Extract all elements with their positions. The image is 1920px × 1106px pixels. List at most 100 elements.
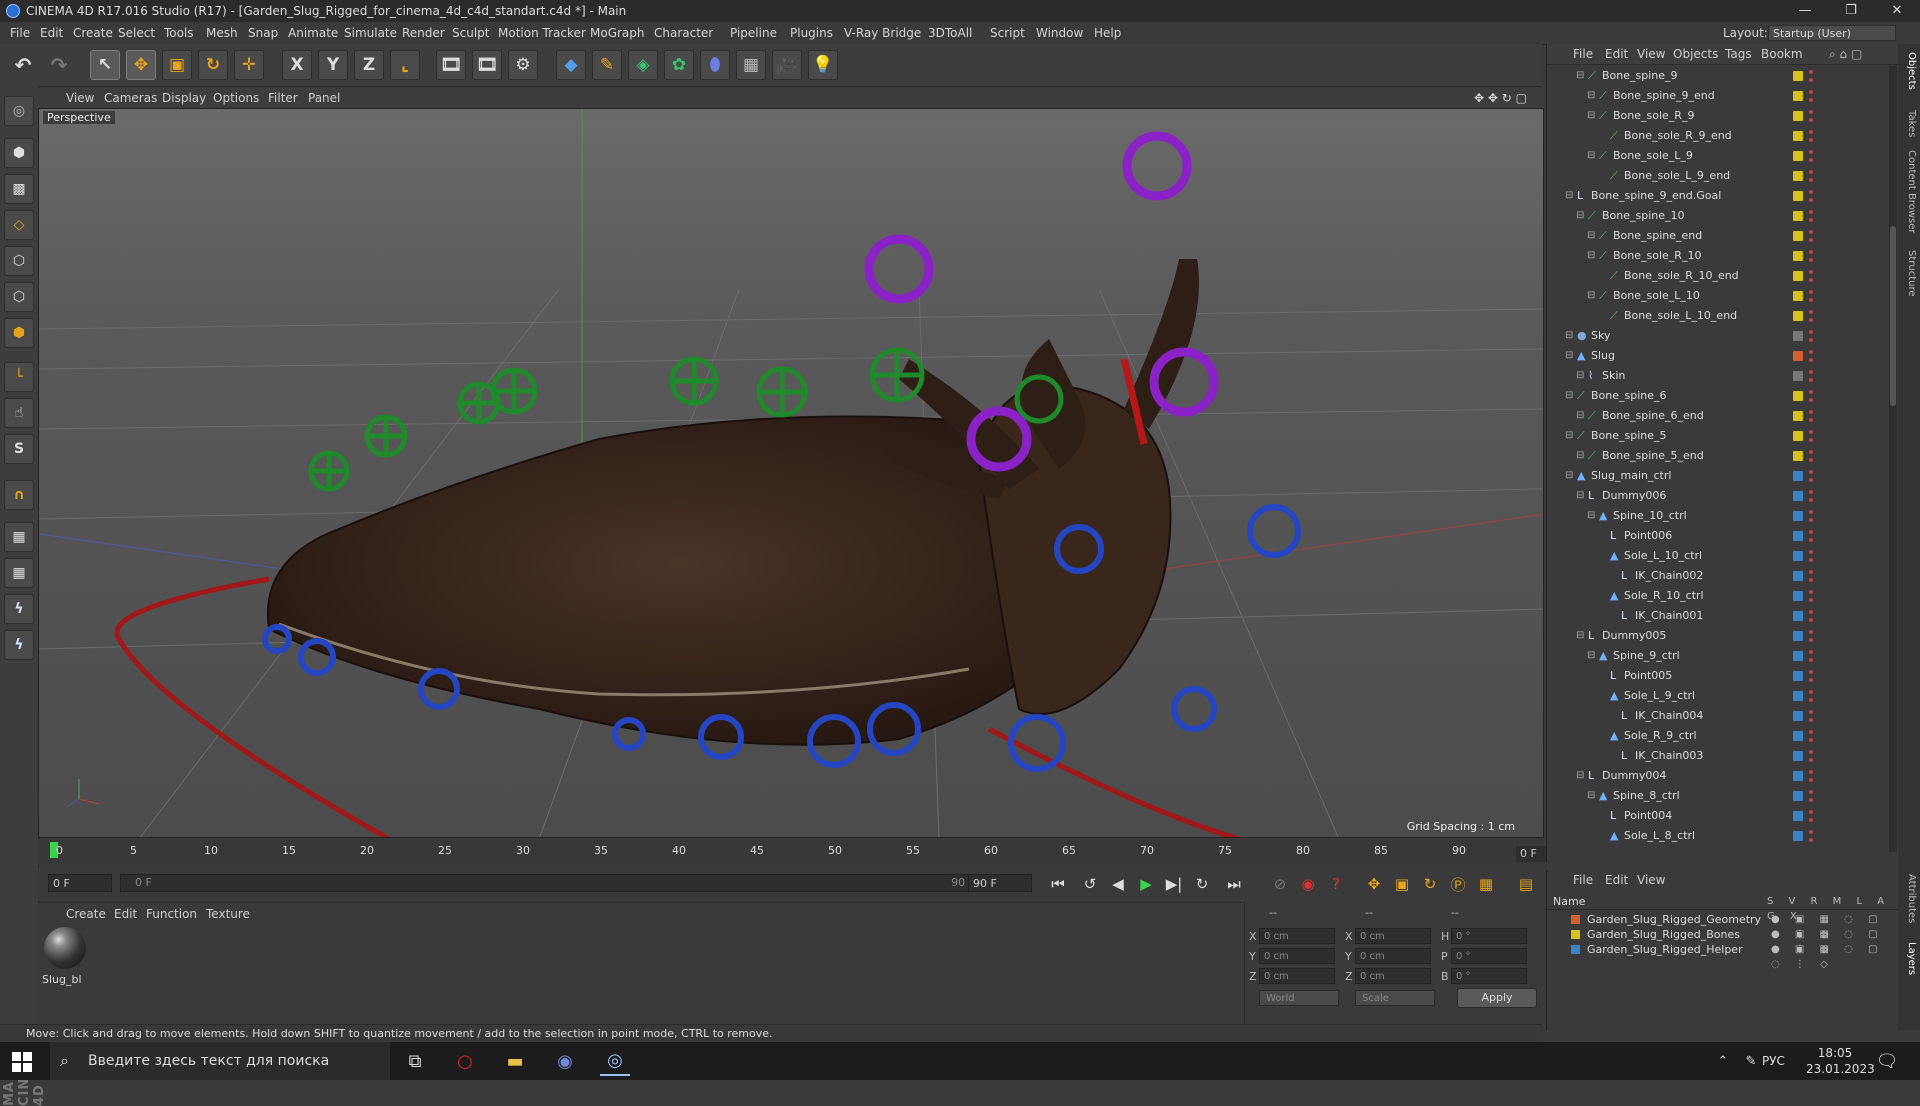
layer-color-tag[interactable] [1793,431,1803,441]
opera-browser-icon[interactable]: ○ [450,1046,480,1076]
object-row[interactable]: ▲ Sole_R_10_ctrl [1547,586,1899,606]
keyboard-language[interactable]: РУС [1762,1042,1785,1080]
maximize-button[interactable]: ❐ [1828,0,1874,22]
start-frame-field[interactable]: 0 F [48,874,112,892]
object-name[interactable]: Spine_10_ctrl [1613,506,1687,526]
make-editable-icon[interactable]: ◎ [4,96,34,126]
object-row[interactable]: ⊟ ▲ Spine_8_ctrl [1547,786,1899,806]
visibility-dots-icon[interactable] [1809,169,1813,183]
layer-color-tag[interactable] [1793,491,1803,501]
expand-toggle-icon[interactable]: ⊟ [1587,506,1595,526]
viewport-menu-display[interactable]: Display [162,88,206,108]
object-row[interactable]: ⊟ ▲ Slug [1547,346,1899,366]
light-icon[interactable]: 💡 [808,50,838,80]
layer-color-tag[interactable] [1793,391,1803,401]
visibility-dots-icon[interactable] [1809,369,1813,383]
key-rotation-icon[interactable]: ↻ [1418,872,1442,896]
expand-toggle-icon[interactable]: ⊟ [1565,326,1573,346]
cinema4d-taskbar-icon[interactable]: ◎ [600,1046,630,1076]
visibility-dots-icon[interactable] [1809,329,1813,343]
layer-color-tag[interactable] [1793,231,1803,241]
visibility-dots-icon[interactable] [1809,509,1813,523]
object-name[interactable]: Bone_sole_L_10_end [1624,306,1737,326]
object-menu-edit[interactable]: Edit [1605,44,1628,64]
next-frame-icon[interactable]: ▶| [1162,872,1186,896]
layer-color-tag[interactable] [1793,151,1803,161]
visibility-dots-icon[interactable] [1809,529,1813,543]
object-name[interactable]: Bone_spine_6 [1591,386,1667,406]
layer-color-tag[interactable] [1793,531,1803,541]
visibility-dots-icon[interactable] [1809,229,1813,243]
object-row[interactable]: L IK_Chain002 [1547,566,1899,586]
object-name[interactable]: Bone_spine_6_end [1602,406,1704,426]
visibility-dots-icon[interactable] [1809,69,1813,83]
tab-takes[interactable]: Takes [1901,110,1917,137]
layer-menu-edit[interactable]: Edit [1605,870,1628,890]
object-name[interactable]: Point004 [1624,806,1672,826]
layer-color-tag[interactable] [1793,811,1803,821]
menu-tools[interactable]: Tools [164,22,194,44]
object-name[interactable]: Dummy004 [1602,766,1666,786]
object-name[interactable]: Dummy006 [1602,486,1666,506]
menu-mesh[interactable]: Mesh [206,22,238,44]
key-scale-icon[interactable]: ▣ [1390,872,1414,896]
object-row[interactable]: L IK_Chain003 [1547,746,1899,766]
undo-icon[interactable]: ↶ [8,50,38,80]
object-menu-bookmarks[interactable]: Bookm [1761,44,1803,64]
workplane-icon[interactable]: ▦ [4,558,34,588]
object-name[interactable]: Sole_L_8_ctrl [1624,826,1695,846]
python-script-icon[interactable]: ϟ [4,594,34,624]
menu-sculpt[interactable]: Sculpt [452,22,489,44]
y-axis-lock-button[interactable]: Y [318,50,348,80]
menu-mograph[interactable]: MoGraph [590,22,645,44]
cloner-icon[interactable]: ✿ [664,50,694,80]
task-view-icon[interactable]: ⧉ [400,1046,430,1076]
menu-snap[interactable]: Snap [248,22,278,44]
scale-tool-icon[interactable]: ▣ [162,50,192,80]
object-row[interactable]: ⊟ ● Sky [1547,326,1899,346]
expand-toggle-icon[interactable]: ⊟ [1576,406,1584,426]
menu-pipeline[interactable]: Pipeline [730,22,777,44]
coordinate-system-icon[interactable]: ⌞ [390,50,420,80]
layer-color-tag[interactable] [1793,651,1803,661]
object-name[interactable]: Bone_spine_5_end [1602,446,1704,466]
expand-toggle-icon[interactable]: ⊟ [1576,766,1584,786]
apply-button[interactable]: Apply [1457,988,1537,1008]
expand-toggle-icon[interactable]: ⊟ [1565,186,1573,206]
tray-chevron-icon[interactable]: ⌃ [1708,1046,1738,1076]
discord-icon[interactable]: ◉ [550,1046,580,1076]
camera-icon[interactable]: 🎥 [772,50,802,80]
menu-render[interactable]: Render [402,22,445,44]
layer-color-tag[interactable] [1793,711,1803,721]
object-row[interactable]: ⊟ ⟋ Bone_spine_6 [1547,386,1899,406]
object-name[interactable]: Sole_L_10_ctrl [1624,546,1702,566]
previous-frame-icon[interactable]: ◀ [1106,872,1130,896]
layer-color-tag[interactable] [1793,451,1803,461]
object-row[interactable]: L Point006 [1547,526,1899,546]
expand-toggle-icon[interactable]: ⊟ [1576,446,1584,466]
tab-attributes[interactable]: Attributes [1901,874,1917,923]
viewport-menu-panel[interactable]: Panel [308,88,340,108]
object-row[interactable]: ⊟ ⟋ Bone_spine_10 [1547,206,1899,226]
layer-color-tag[interactable] [1793,591,1803,601]
object-name[interactable]: Spine_9_ctrl [1613,646,1680,666]
live-selection-icon[interactable]: ↖ [90,50,120,80]
expand-toggle-icon[interactable]: ⊟ [1576,486,1584,506]
object-row[interactable]: ⊟ ▲ Slug_main_ctrl [1547,466,1899,486]
expand-toggle-icon[interactable]: ⊟ [1587,86,1595,106]
visibility-dots-icon[interactable] [1809,389,1813,403]
expand-toggle-icon[interactable]: ⊟ [1587,106,1595,126]
go-to-start-icon[interactable]: ⏮ [1046,872,1070,896]
polygons-mode-icon[interactable]: ⬢ [4,318,34,348]
material-menu-edit[interactable]: Edit [114,905,137,923]
z-axis-lock-button[interactable]: Z [354,50,384,80]
layer-color-tag[interactable] [1793,191,1803,201]
object-row[interactable]: ⊟ L Dummy004 [1547,766,1899,786]
visibility-dots-icon[interactable] [1809,109,1813,123]
position-y-field[interactable]: 0 cm [1259,948,1335,964]
object-menu-objects[interactable]: Objects [1673,44,1718,64]
visibility-dots-icon[interactable] [1809,589,1813,603]
object-name[interactable]: Point005 [1624,666,1672,686]
visibility-dots-icon[interactable] [1809,669,1813,683]
record-keys-icon[interactable]: ⊘ [1268,872,1292,896]
